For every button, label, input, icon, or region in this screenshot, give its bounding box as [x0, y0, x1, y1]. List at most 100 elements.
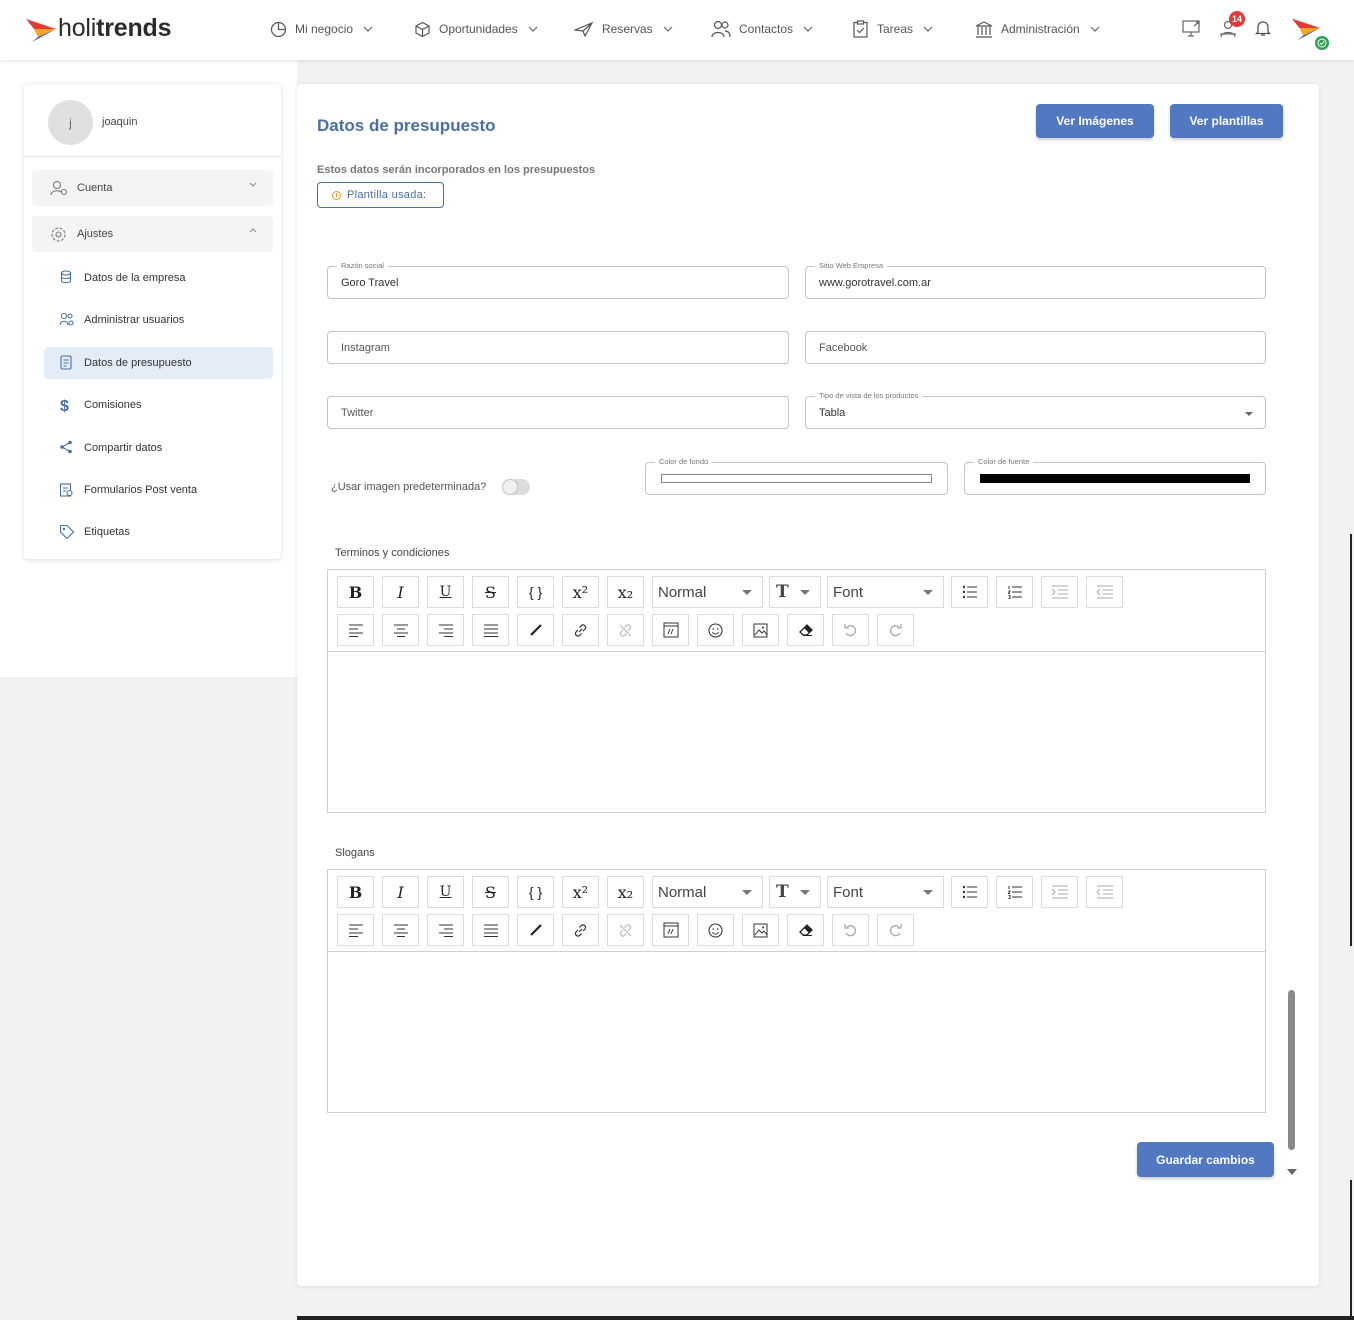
- dropdown-arrow-icon: [800, 590, 810, 595]
- sidebar-item-datos-empresa[interactable]: Datos de la empresa: [44, 262, 273, 294]
- default-image-toggle[interactable]: [502, 479, 530, 495]
- align-right-icon[interactable]: [427, 614, 464, 646]
- superscript-icon[interactable]: x²: [562, 576, 599, 608]
- image-icon[interactable]: [742, 914, 779, 946]
- align-justify-icon[interactable]: [472, 614, 509, 646]
- sidebar-item-comisiones[interactable]: $ Comisiones: [44, 389, 273, 421]
- emoji-icon[interactable]: [697, 914, 734, 946]
- superscript-icon[interactable]: x²: [562, 876, 599, 908]
- holitrends-logo[interactable]: holitrends: [24, 14, 172, 43]
- undo-icon[interactable]: [832, 614, 869, 646]
- slogans-label: Slogans: [335, 847, 375, 859]
- sidebar-item-label: Comisiones: [84, 399, 142, 411]
- warning-icon: [332, 190, 341, 200]
- image-icon[interactable]: [742, 614, 779, 646]
- link-icon[interactable]: [562, 914, 599, 946]
- text-style-select[interactable]: T: [769, 576, 821, 608]
- twitter-field[interactable]: Twitter: [327, 396, 789, 429]
- numbered-list-icon[interactable]: [996, 576, 1033, 608]
- underline-icon[interactable]: U: [427, 876, 464, 908]
- code-block-icon[interactable]: { }: [517, 576, 554, 608]
- nav-tareas[interactable]: Tareas: [852, 17, 933, 41]
- template-chip[interactable]: Plantilla usada:: [317, 182, 444, 208]
- align-right-icon[interactable]: [427, 914, 464, 946]
- nav-reservas[interactable]: Reservas: [574, 17, 673, 41]
- scroll-down-arrow-icon[interactable]: [1287, 1169, 1297, 1175]
- emoji-icon[interactable]: [697, 614, 734, 646]
- source-code-icon[interactable]: [652, 614, 689, 646]
- sidebar-group-ajustes[interactable]: Ajustes: [32, 216, 273, 252]
- italic-icon[interactable]: I: [382, 576, 419, 608]
- font-select[interactable]: Font: [827, 576, 944, 608]
- sidebar-item-formularios-post-venta[interactable]: Formularios Post venta: [44, 474, 273, 506]
- bold-icon[interactable]: B: [337, 576, 374, 608]
- align-center-icon[interactable]: [382, 614, 419, 646]
- code-block-icon[interactable]: { }: [517, 876, 554, 908]
- razon-social-field[interactable]: Razón social Goro Travel: [327, 261, 789, 299]
- plane-icon: [574, 21, 594, 37]
- font-color-field[interactable]: Color de fuente: [964, 457, 1266, 495]
- sitio-web-field[interactable]: Sitio Web Empresa www.gorotravel.com.ar: [805, 261, 1266, 299]
- terms-editor-content[interactable]: [328, 653, 1265, 812]
- sidebar-item-compartir-datos[interactable]: Compartir datos: [44, 432, 273, 464]
- nav-mi-negocio[interactable]: Mi negocio: [270, 17, 373, 41]
- subscript-icon[interactable]: x₂: [607, 576, 644, 608]
- numbered-list-icon[interactable]: [996, 876, 1033, 908]
- database-icon: [60, 270, 72, 284]
- sidebar-item-label: Datos de presupuesto: [84, 357, 192, 369]
- align-left-icon[interactable]: [337, 914, 374, 946]
- sidebar-item-etiquetas[interactable]: Etiquetas: [44, 516, 273, 548]
- strikethrough-icon[interactable]: S: [472, 876, 509, 908]
- undo-icon[interactable]: [832, 914, 869, 946]
- top-navbar: holitrends Mi negocio Oportunidades Rese…: [0, 0, 1354, 60]
- user-settings-icon: [50, 180, 68, 196]
- instagram-field[interactable]: Instagram: [327, 331, 789, 364]
- align-left-icon[interactable]: [337, 614, 374, 646]
- unlink-icon[interactable]: [607, 914, 644, 946]
- align-center-icon[interactable]: [382, 914, 419, 946]
- indent-icon[interactable]: [1041, 576, 1078, 608]
- eraser-icon[interactable]: [787, 914, 824, 946]
- outdent-icon[interactable]: [1086, 876, 1123, 908]
- tipo-vista-select[interactable]: Tipo de vista de los productos Tabla: [805, 391, 1266, 429]
- strikethrough-icon[interactable]: S: [472, 576, 509, 608]
- background-color-field[interactable]: Color de fondo: [645, 457, 948, 495]
- redo-icon[interactable]: [877, 614, 914, 646]
- subscript-icon[interactable]: x₂: [607, 876, 644, 908]
- font-select[interactable]: Font: [827, 876, 944, 908]
- align-justify-icon[interactable]: [472, 914, 509, 946]
- bullet-list-icon[interactable]: [951, 876, 988, 908]
- text-size-select[interactable]: Normal: [652, 876, 763, 908]
- indent-icon[interactable]: [1041, 876, 1078, 908]
- scrollbar-thumb[interactable]: [1288, 990, 1295, 1150]
- underline-icon[interactable]: U: [427, 576, 464, 608]
- bell-icon[interactable]: [1255, 19, 1271, 37]
- eraser-icon[interactable]: [787, 614, 824, 646]
- link-icon[interactable]: [562, 614, 599, 646]
- ver-imagenes-button[interactable]: Ver Imágenes: [1036, 104, 1154, 138]
- redo-icon[interactable]: [877, 914, 914, 946]
- unlink-icon[interactable]: [607, 614, 644, 646]
- text-size-select[interactable]: Normal: [652, 576, 763, 608]
- user-avatar[interactable]: [1290, 14, 1331, 54]
- outdent-icon[interactable]: [1086, 576, 1123, 608]
- italic-icon[interactable]: I: [382, 876, 419, 908]
- bold-icon[interactable]: B: [337, 876, 374, 908]
- nav-administracion[interactable]: Administración: [975, 17, 1100, 41]
- save-button[interactable]: Guardar cambios: [1137, 1142, 1274, 1177]
- facebook-field[interactable]: Facebook: [805, 331, 1266, 364]
- nav-oportunidades[interactable]: Oportunidades: [414, 17, 538, 41]
- text-color-icon[interactable]: [517, 914, 554, 946]
- text-style-select[interactable]: T: [769, 876, 821, 908]
- slogans-editor-content[interactable]: [328, 953, 1265, 1112]
- screen-share-icon[interactable]: [1182, 19, 1202, 37]
- bullet-list-icon[interactable]: [951, 576, 988, 608]
- sidebar-group-cuenta[interactable]: Cuenta: [32, 170, 273, 206]
- ver-plantillas-button[interactable]: Ver plantillas: [1170, 104, 1283, 138]
- source-code-icon[interactable]: [652, 914, 689, 946]
- sidebar-item-datos-presupuesto[interactable]: Datos de presupuesto: [44, 347, 273, 379]
- main-card: Datos de presupuesto Ver Imágenes Ver pl…: [297, 84, 1319, 1286]
- sidebar-item-administrar-usuarios[interactable]: Administrar usuarios: [44, 304, 273, 336]
- nav-contactos[interactable]: Contactos: [711, 17, 813, 41]
- text-color-icon[interactable]: [517, 614, 554, 646]
